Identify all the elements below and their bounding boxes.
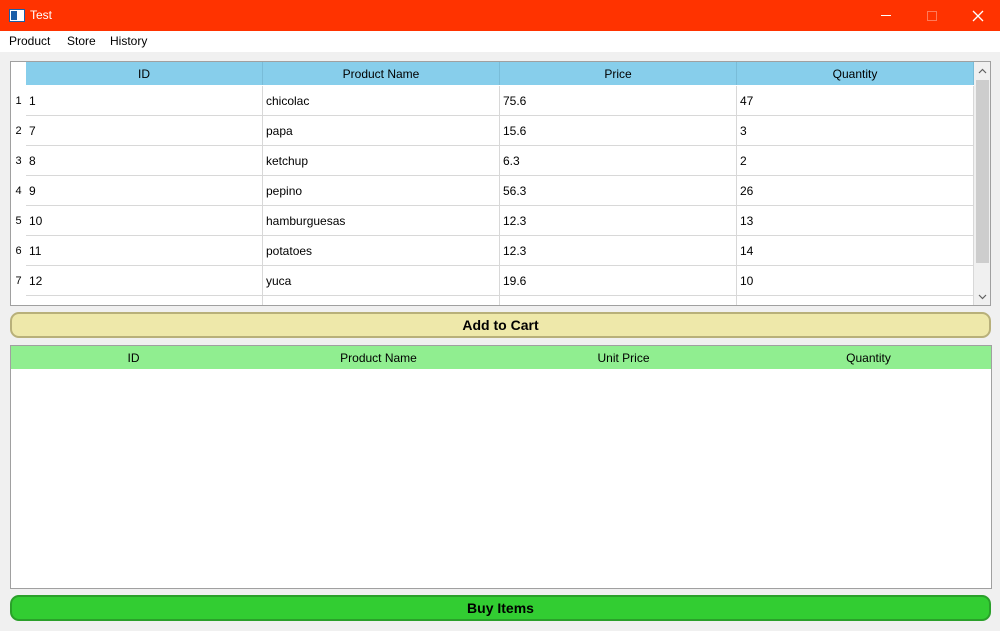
- column-header-quantity[interactable]: Quantity: [737, 62, 974, 85]
- cell-product-name[interactable]: yuca: [263, 266, 500, 296]
- cell-quantity[interactable]: 26: [737, 176, 974, 206]
- scroll-up-button[interactable]: [974, 62, 990, 79]
- row-number[interactable]: 4: [11, 176, 26, 206]
- cell-id[interactable]: 9: [26, 176, 263, 206]
- cell-quantity[interactable]: [737, 296, 974, 305]
- cell-quantity[interactable]: 10: [737, 266, 974, 296]
- cell-price[interactable]: 12.3: [500, 206, 737, 236]
- table-row[interactable]: 1 chicolac 75.6 47: [26, 86, 974, 116]
- menu-history[interactable]: History: [110, 34, 147, 48]
- column-header-id[interactable]: ID: [26, 62, 263, 85]
- column-header-product-name[interactable]: Product Name: [263, 62, 500, 85]
- cell-id[interactable]: 12: [26, 266, 263, 296]
- cell-id[interactable]: [26, 296, 263, 305]
- cell-id[interactable]: 8: [26, 146, 263, 176]
- cell-product-name[interactable]: potatoes: [263, 236, 500, 266]
- close-icon: [972, 10, 984, 21]
- cart-column-header-product-name[interactable]: Product Name: [256, 346, 501, 369]
- cell-product-name[interactable]: [263, 296, 500, 305]
- buy-items-button[interactable]: Buy Items: [10, 595, 991, 621]
- maximize-button[interactable]: [909, 0, 955, 31]
- cell-price[interactable]: 75.6: [500, 86, 737, 116]
- app-icon: [9, 9, 25, 22]
- cart-table-header: ID Product Name Unit Price Quantity: [11, 346, 991, 369]
- cell-product-name[interactable]: hamburguesas: [263, 206, 500, 236]
- table-row[interactable]: 8 ketchup 6.3 2: [26, 146, 974, 176]
- row-number[interactable]: 5: [11, 206, 26, 236]
- cell-price[interactable]: 15.6: [500, 116, 737, 146]
- row-number[interactable]: 1: [11, 86, 26, 116]
- cart-column-header-quantity[interactable]: Quantity: [746, 346, 991, 369]
- menu-bar: Product Store History: [0, 31, 1000, 52]
- product-table-header: ID Product Name Price Quantity: [26, 62, 974, 85]
- window-title: Test: [30, 8, 53, 22]
- table-row[interactable]: 11 potatoes 12.3 14: [26, 236, 974, 266]
- add-to-cart-button[interactable]: Add to Cart: [10, 312, 991, 338]
- cell-quantity[interactable]: 13: [737, 206, 974, 236]
- column-header-price[interactable]: Price: [500, 62, 737, 85]
- row-number[interactable]: 6: [11, 236, 26, 266]
- cell-price[interactable]: 6.3: [500, 146, 737, 176]
- cell-id[interactable]: 1: [26, 86, 263, 116]
- cart-column-header-unit-price[interactable]: Unit Price: [501, 346, 746, 369]
- row-number[interactable]: 3: [11, 146, 26, 176]
- cell-id[interactable]: 7: [26, 116, 263, 146]
- cell-price[interactable]: 19.6: [500, 266, 737, 296]
- vertical-scrollbar[interactable]: [974, 62, 990, 305]
- product-table[interactable]: ID Product Name Price Quantity 1 1 chico…: [10, 61, 991, 306]
- scroll-down-button[interactable]: [974, 288, 990, 305]
- table-row[interactable]: 12 yuca 19.6 10: [26, 266, 974, 296]
- cell-quantity[interactable]: 3: [737, 116, 974, 146]
- cart-column-header-id[interactable]: ID: [11, 346, 256, 369]
- row-number[interactable]: 2: [11, 116, 26, 146]
- cell-price[interactable]: 12.3: [500, 236, 737, 266]
- cell-quantity[interactable]: 47: [737, 86, 974, 116]
- table-row[interactable]: 10 hamburguesas 12.3 13: [26, 206, 974, 236]
- cell-product-name[interactable]: chicolac: [263, 86, 500, 116]
- minimize-icon: [881, 15, 891, 16]
- chevron-down-icon: [978, 294, 987, 299]
- title-bar: Test: [0, 0, 1000, 31]
- cell-price[interactable]: [500, 296, 737, 305]
- cell-product-name[interactable]: ketchup: [263, 146, 500, 176]
- scroll-thumb[interactable]: [976, 80, 989, 263]
- minimize-button[interactable]: [863, 0, 909, 31]
- chevron-up-icon: [978, 68, 987, 73]
- table-corner: [11, 62, 26, 85]
- menu-product[interactable]: Product: [9, 34, 50, 48]
- cell-product-name[interactable]: papa: [263, 116, 500, 146]
- cart-table[interactable]: ID Product Name Unit Price Quantity: [10, 345, 992, 589]
- table-row[interactable]: [26, 296, 974, 305]
- menu-store[interactable]: Store: [67, 34, 96, 48]
- row-number[interactable]: 7: [11, 266, 26, 296]
- table-row[interactable]: 7 papa 15.6 3: [26, 116, 974, 146]
- table-row[interactable]: 9 pepino 56.3 26: [26, 176, 974, 206]
- maximize-icon: [927, 10, 937, 21]
- cell-quantity[interactable]: 14: [737, 236, 974, 266]
- close-button[interactable]: [955, 0, 1000, 31]
- cell-price[interactable]: 56.3: [500, 176, 737, 206]
- cell-id[interactable]: 11: [26, 236, 263, 266]
- cell-product-name[interactable]: pepino: [263, 176, 500, 206]
- cell-quantity[interactable]: 2: [737, 146, 974, 176]
- cell-id[interactable]: 10: [26, 206, 263, 236]
